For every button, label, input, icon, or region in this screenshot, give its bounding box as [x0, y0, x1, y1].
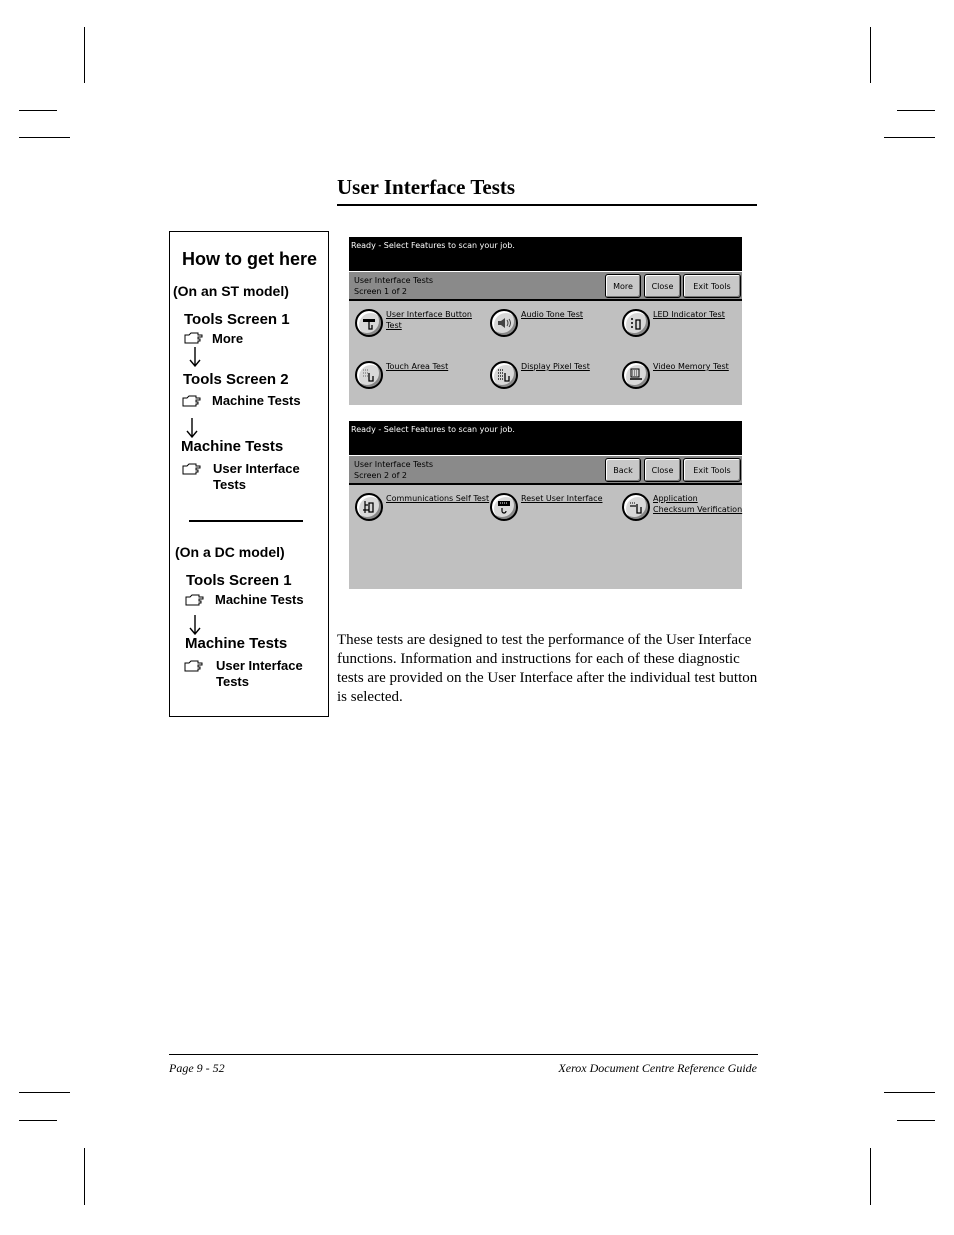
comms-touch-icon	[355, 493, 383, 521]
crop-mark	[897, 110, 935, 111]
item-label-line1: Video Memory Test	[653, 362, 729, 371]
description-paragraph: These tests are designed to test the per…	[337, 632, 758, 705]
st-step-1-screen: Tools Screen 1	[184, 311, 290, 328]
ui-screenshot-screen-1: Ready - Select Features to scan your job…	[349, 237, 742, 405]
title-rule	[337, 204, 757, 206]
st-step-1-action: More	[212, 331, 244, 346]
item-label-line2: Test	[386, 321, 402, 330]
st-step-2-screen: Tools Screen 2	[183, 371, 289, 388]
close-button[interactable]: Close	[644, 274, 681, 298]
audio-tone-test-button[interactable]: Audio Tone Test	[490, 309, 610, 343]
st-step-2-action: Machine Tests	[212, 393, 301, 408]
item-label-line1: Touch Area Test	[386, 362, 449, 371]
crop-mark	[884, 1092, 935, 1093]
crop-mark	[19, 110, 57, 111]
st-step-3-screen: Machine Tests	[181, 438, 284, 455]
user-interface-button-test-button[interactable]: User Interface Button Test	[355, 309, 475, 343]
item-label-line1: Communications Self Test	[386, 494, 490, 503]
pixel-grid-icon	[490, 361, 518, 389]
crop-mark	[897, 1120, 935, 1121]
ui-screenshot-screen-2: Ready - Select Features to scan your job…	[349, 421, 742, 589]
item-label-line1: Application	[653, 494, 698, 503]
title-bar: User Interface Tests Screen 2 of 2 Back …	[349, 455, 742, 485]
dc-step-1-screen: Tools Screen 1	[186, 572, 292, 589]
communications-self-test-button[interactable]: Communications Self Test	[355, 493, 489, 527]
item-label-line1: User Interface Button	[386, 310, 472, 319]
status-bar: Ready - Select Features to scan your job…	[349, 237, 742, 271]
status-bar: Ready - Select Features to scan your job…	[349, 421, 742, 455]
pointing-hand-icon	[184, 332, 203, 344]
st-step-3-action-line1: User Interface	[213, 461, 300, 476]
screen-page-indicator: Screen 1 of 2	[354, 287, 408, 296]
crop-mark	[84, 27, 85, 83]
crop-mark	[870, 27, 871, 83]
led-indicator-test-button[interactable]: LED Indicator Test	[622, 309, 742, 343]
title-bar: User Interface Tests Screen 1 of 2 More …	[349, 271, 742, 301]
item-label-line1: Audio Tone Test	[521, 310, 583, 319]
checksum-icon	[622, 493, 650, 521]
exit-tools-button[interactable]: Exit Tools	[683, 458, 741, 482]
memory-icon	[622, 361, 650, 389]
dc-step-2-action-line2: Tests	[216, 674, 249, 689]
nav-divider	[189, 520, 303, 522]
pointing-hand-icon	[182, 463, 201, 475]
st-model-label: (On an ST model)	[173, 283, 289, 299]
pointing-hand-icon	[182, 395, 201, 407]
crop-mark	[19, 137, 70, 138]
back-button[interactable]: Back	[605, 458, 641, 482]
down-arrow-icon	[189, 347, 201, 367]
video-memory-test-button[interactable]: Video Memory Test	[622, 361, 742, 395]
exit-tools-button[interactable]: Exit Tools	[683, 274, 741, 298]
status-text: Ready - Select Features to scan your job…	[351, 241, 515, 250]
reset-icon	[490, 493, 518, 521]
nav-heading: How to get here	[182, 249, 318, 269]
close-button[interactable]: Close	[644, 458, 681, 482]
keypad-touch-icon	[355, 309, 383, 337]
screen-page-indicator: Screen 2 of 2	[354, 471, 408, 480]
dc-step-2-action-line1: User Interface	[216, 658, 303, 673]
speaker-icon	[490, 309, 518, 337]
dc-step-2-screen: Machine Tests	[185, 635, 288, 652]
screen-title: User Interface Tests	[354, 276, 434, 285]
item-label-line2: Checksum Verification	[653, 505, 743, 514]
down-arrow-icon	[189, 615, 201, 635]
dc-step-1-action: Machine Tests	[215, 592, 304, 607]
more-button[interactable]: More	[605, 274, 641, 298]
touch-area-icon	[355, 361, 383, 389]
status-text: Ready - Select Features to scan your job…	[351, 425, 515, 434]
application-checksum-verification-button[interactable]: Application Checksum Verification	[622, 493, 742, 527]
page-title: User Interface Tests	[337, 175, 516, 199]
item-label-line1: LED Indicator Test	[653, 310, 725, 319]
pointing-hand-icon	[185, 594, 204, 606]
reset-user-interface-button[interactable]: Reset User Interface	[490, 493, 610, 527]
screen-title: User Interface Tests	[354, 460, 434, 469]
guide-title: Xerox Document Centre Reference Guide	[558, 1061, 757, 1075]
item-label-line1: Display Pixel Test	[521, 362, 590, 371]
crop-mark	[19, 1092, 70, 1093]
crop-mark	[884, 137, 935, 138]
display-pixel-test-button[interactable]: Display Pixel Test	[490, 361, 610, 395]
crop-mark	[19, 1120, 57, 1121]
touch-area-test-button[interactable]: Touch Area Test	[355, 361, 475, 395]
led-touch-icon	[622, 309, 650, 337]
item-label-line1: Reset User Interface	[521, 494, 603, 503]
pointing-hand-icon	[184, 660, 203, 672]
footer-rule	[169, 1054, 758, 1055]
page-number: Page 9 - 52	[169, 1061, 225, 1075]
st-step-3-action-line2: Tests	[213, 477, 246, 492]
dc-model-label: (On a DC model)	[175, 544, 285, 560]
crop-mark	[84, 1148, 85, 1205]
crop-mark	[870, 1148, 871, 1205]
down-arrow-icon	[186, 418, 198, 438]
